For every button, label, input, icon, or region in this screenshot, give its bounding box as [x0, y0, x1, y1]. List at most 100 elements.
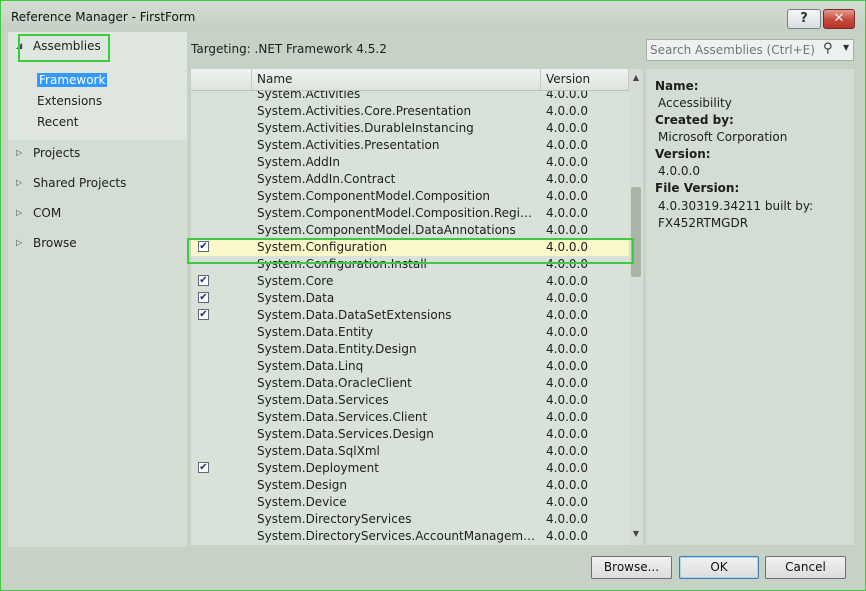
- assembly-version: 4.0.0.0: [546, 444, 588, 458]
- table-row[interactable]: System.Activities.Presentation 4.0.0.0: [191, 137, 629, 154]
- chevron-down-icon[interactable]: ▼: [843, 43, 849, 52]
- assembly-name: System.Activities.Presentation: [257, 138, 440, 152]
- table-row[interactable]: ✔ System.Data.DataSetExtensions 4.0.0.0: [191, 307, 629, 324]
- search-icon[interactable]: ⚲: [823, 41, 833, 56]
- header-name[interactable]: Name: [252, 69, 541, 90]
- assembly-name: System.Activities.Core.Presentation: [257, 104, 472, 118]
- table-row[interactable]: System.Activities.DurableInstancing 4.0.0…: [191, 120, 629, 137]
- assembly-version: 4.0.0.0: [546, 427, 588, 441]
- assembly-version: 4.0.0.0: [546, 495, 588, 509]
- assembly-name: System.Design: [257, 478, 347, 492]
- row-checkbox[interactable]: ✔: [198, 462, 209, 473]
- table-row[interactable]: System.AddIn 4.0.0.0: [191, 154, 629, 171]
- assembly-name: System.Data.SqlXml: [257, 444, 380, 458]
- title-bar[interactable]: Reference Manager - FirstForm ? ✕: [1, 1, 865, 31]
- table-row[interactable]: System.Data.Entity 4.0.0.0: [191, 324, 629, 341]
- scroll-down-icon[interactable]: ▼: [629, 527, 643, 541]
- assembly-version: 4.0.0.0: [546, 223, 588, 237]
- table-row[interactable]: System.Data.Services.Client 4.0.0.0: [191, 409, 629, 426]
- table-row[interactable]: System.DirectoryServices.AccountManageme…: [191, 528, 629, 545]
- search-input[interactable]: [650, 42, 820, 58]
- assembly-version: 4.0.0.0: [546, 138, 588, 152]
- assembly-rows: System.Activities 4.0.0.0 System.Activitie…: [191, 86, 629, 545]
- detail-name-value: Accessibility: [658, 96, 732, 110]
- ok-button[interactable]: OK: [679, 556, 759, 579]
- assembly-version: 4.0.0.0: [546, 325, 588, 339]
- row-checkbox[interactable]: ✔: [198, 309, 209, 320]
- detail-created-label: Created by:: [655, 113, 734, 127]
- nav-item-recent[interactable]: Recent: [37, 114, 78, 130]
- assembly-name: System.ComponentModel.Composition: [257, 189, 491, 203]
- nav-browse[interactable]: ▷ Browse: [8, 232, 187, 254]
- assembly-list[interactable]: System.Activities 4.0.0.0 System.Activitie…: [191, 69, 643, 545]
- assembly-version: 4.0.0.0: [546, 529, 588, 543]
- detail-version-value: 4.0.0.0: [658, 164, 700, 178]
- table-row[interactable]: System.Activities.Core.Presentation 4.0.0…: [191, 103, 629, 120]
- list-header: Name Version: [191, 69, 629, 91]
- assembly-name: System.Data.OracleClient: [257, 376, 412, 390]
- table-row[interactable]: System.ComponentModel.Composition.Regist…: [191, 205, 629, 222]
- row-checkbox[interactable]: ✔: [198, 275, 209, 286]
- nav-browse-label: Browse: [33, 236, 77, 250]
- table-row[interactable]: ✔ System.Core 4.0.0.0: [191, 273, 629, 290]
- nav-item-framework[interactable]: Framework: [37, 72, 108, 88]
- table-row[interactable]: ✔ System.Deployment 4.0.0.0: [191, 460, 629, 477]
- table-row[interactable]: System.Data.Entity.Design 4.0.0.0: [191, 341, 629, 358]
- detail-created-value: Microsoft Corporation: [658, 130, 788, 144]
- table-row[interactable]: System.Data.OracleClient 4.0.0.0: [191, 375, 629, 392]
- window-title: Reference Manager - FirstForm: [11, 10, 196, 24]
- list-scrollbar[interactable]: ▲ ▼: [629, 69, 643, 545]
- row-checkbox[interactable]: ✔: [198, 292, 209, 303]
- assembly-version: 4.0.0.0: [546, 376, 588, 390]
- table-row[interactable]: System.Device 4.0.0.0: [191, 494, 629, 511]
- table-row[interactable]: ✔ System.Data 4.0.0.0: [191, 290, 629, 307]
- detail-name-label: Name:: [655, 79, 699, 93]
- assembly-version: 4.0.0.0: [546, 206, 588, 220]
- nav-com-label: COM: [33, 206, 62, 220]
- left-nav: ◢ Assemblies Framework Extensions Recent…: [8, 32, 187, 547]
- table-row[interactable]: System.Data.SqlXml 4.0.0.0: [191, 443, 629, 460]
- table-row[interactable]: System.AddIn.Contract 4.0.0.0: [191, 171, 629, 188]
- nav-shared-projects-label: Shared Projects: [33, 176, 127, 190]
- collapsed-arrow-icon: ▷: [16, 178, 23, 187]
- table-row[interactable]: System.ComponentModel.Composition 4.0.0.0: [191, 188, 629, 205]
- table-row[interactable]: System.Design 4.0.0.0: [191, 477, 629, 494]
- assembly-name: System.Data.DataSetExtensions: [257, 308, 452, 322]
- table-row[interactable]: System.Data.Linq 4.0.0.0: [191, 358, 629, 375]
- nav-com[interactable]: ▷ COM: [8, 202, 187, 224]
- close-button[interactable]: ✕: [823, 9, 855, 29]
- table-row[interactable]: System.Data.Services.Design 4.0.0.0: [191, 426, 629, 443]
- reference-manager-window: Reference Manager - FirstForm ? ✕ ◢ Asse…: [0, 0, 866, 591]
- assembly-name: System.Device: [257, 495, 347, 509]
- assembly-version: 4.0.0.0: [546, 410, 588, 424]
- search-box[interactable]: ⚲ ▼: [646, 39, 854, 61]
- assembly-version: 4.0.0.0: [546, 172, 588, 186]
- nav-shared-projects[interactable]: ▷ Shared Projects: [8, 172, 187, 194]
- table-row[interactable]: System.DirectoryServices 4.0.0.0: [191, 511, 629, 528]
- assembly-name: System.Activities.DurableInstancing: [257, 121, 474, 135]
- header-check-column[interactable]: [191, 69, 252, 90]
- assembly-version: 4.0.0.0: [546, 155, 588, 169]
- collapsed-arrow-icon: ▷: [16, 148, 23, 157]
- help-button[interactable]: ?: [787, 9, 821, 29]
- assembly-version: 4.0.0.0: [546, 512, 588, 526]
- assembly-version: 4.0.0.0: [546, 393, 588, 407]
- assembly-name: System.Core: [257, 274, 334, 288]
- assembly-name: System.Data.Services: [257, 393, 389, 407]
- selected-row-highlight-outline: [187, 238, 634, 264]
- assembly-version: 4.0.0.0: [546, 291, 588, 305]
- assembly-name: System.ComponentModel.DataAnnotations: [257, 223, 516, 237]
- detail-file-version-label: File Version:: [655, 181, 740, 195]
- table-row[interactable]: System.Data.Services 4.0.0.0: [191, 392, 629, 409]
- nav-projects[interactable]: ▷ Projects: [8, 142, 187, 164]
- table-row[interactable]: System.ComponentModel.DataAnnotations 4.0…: [191, 222, 629, 239]
- collapsed-arrow-icon: ▷: [16, 238, 23, 247]
- cancel-button[interactable]: Cancel: [765, 556, 846, 579]
- assembly-name: System.Data.Services.Design: [257, 427, 434, 441]
- nav-item-extensions[interactable]: Extensions: [37, 93, 102, 109]
- assembly-name: System.Data.Services.Client: [257, 410, 428, 424]
- assembly-name: System.ComponentModel.Composition.Regist…: [257, 206, 537, 220]
- browse-button[interactable]: Browse...: [591, 556, 672, 579]
- header-version[interactable]: Version: [541, 69, 629, 90]
- scroll-up-icon[interactable]: ▲: [629, 71, 643, 85]
